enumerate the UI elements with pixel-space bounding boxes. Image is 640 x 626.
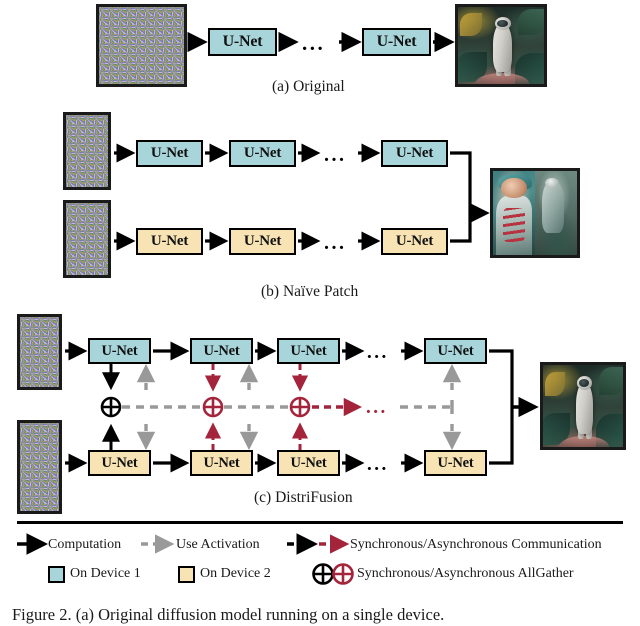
- panel-c-merge-bracket: [489, 349, 514, 465]
- async-allgather-node-3: [289, 396, 311, 418]
- connector-overlay: [17, 31, 539, 585]
- legend-async-allgather-icon: [332, 563, 354, 585]
- sync-allgather-node-1: [100, 396, 122, 418]
- legend-sync-allgather-icon: [312, 563, 334, 585]
- panel-b-arrows: [114, 143, 381, 251]
- panel-b-merge-bracket: [450, 151, 472, 243]
- async-allgather-node-2: [202, 396, 224, 418]
- figure-root: U-Net ... U-Net (a) Original U-Net U-Net…: [0, 0, 640, 626]
